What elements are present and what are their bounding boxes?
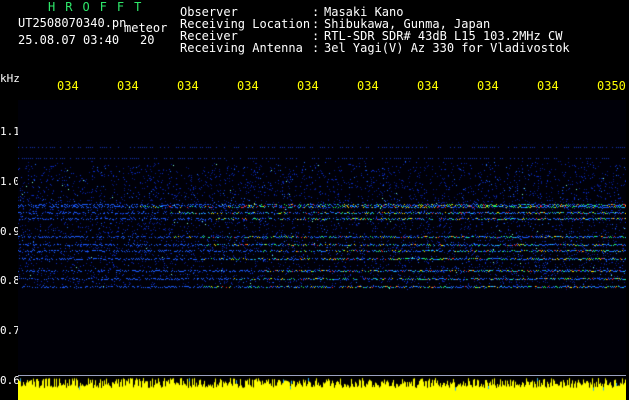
separator: : [312,41,320,55]
amplitude-bars [18,372,626,400]
frame-number: 20 [140,33,155,47]
amplitude-strip [18,372,626,400]
time-tick-label: 0350 [597,79,626,93]
capture-datetime: 25.08.07 03:40 [18,33,120,47]
time-tick-label: 034 [537,79,559,93]
time-tick-label: 034 [297,79,319,93]
time-tick-label: 034 [117,79,139,93]
file-name: UT2508070340.pn [18,16,127,30]
y-tick-label: 1.1 [0,125,20,138]
time-tick-label: 034 [57,79,79,93]
antenna-value: 3el Yagi(V) Az 330 for Vladivostok [324,41,570,55]
y-tick-label: 0.8 [0,274,20,287]
time-tick-label: 034 [237,79,259,93]
time-tick-label: 034 [177,79,199,93]
antenna-label: Receiving Antenna [180,41,303,55]
time-tick-label: 034 [477,79,499,93]
y-tick-label: 0.9 [0,225,20,238]
spectrogram [18,100,626,372]
y-tick-label: 0.6 [0,374,20,387]
y-tick-label: 0.7 [0,324,20,337]
y-axis-unit: kHz [0,72,20,85]
time-tick-label: 034 [417,79,439,93]
y-tick-label: 1.0 [0,175,20,188]
antenna-row: Receiving Antenna:3el Yagi(V) Az 330 for… [180,42,570,54]
time-tick-label: 034 [357,79,379,93]
app-brand: HROFFT [48,0,152,14]
